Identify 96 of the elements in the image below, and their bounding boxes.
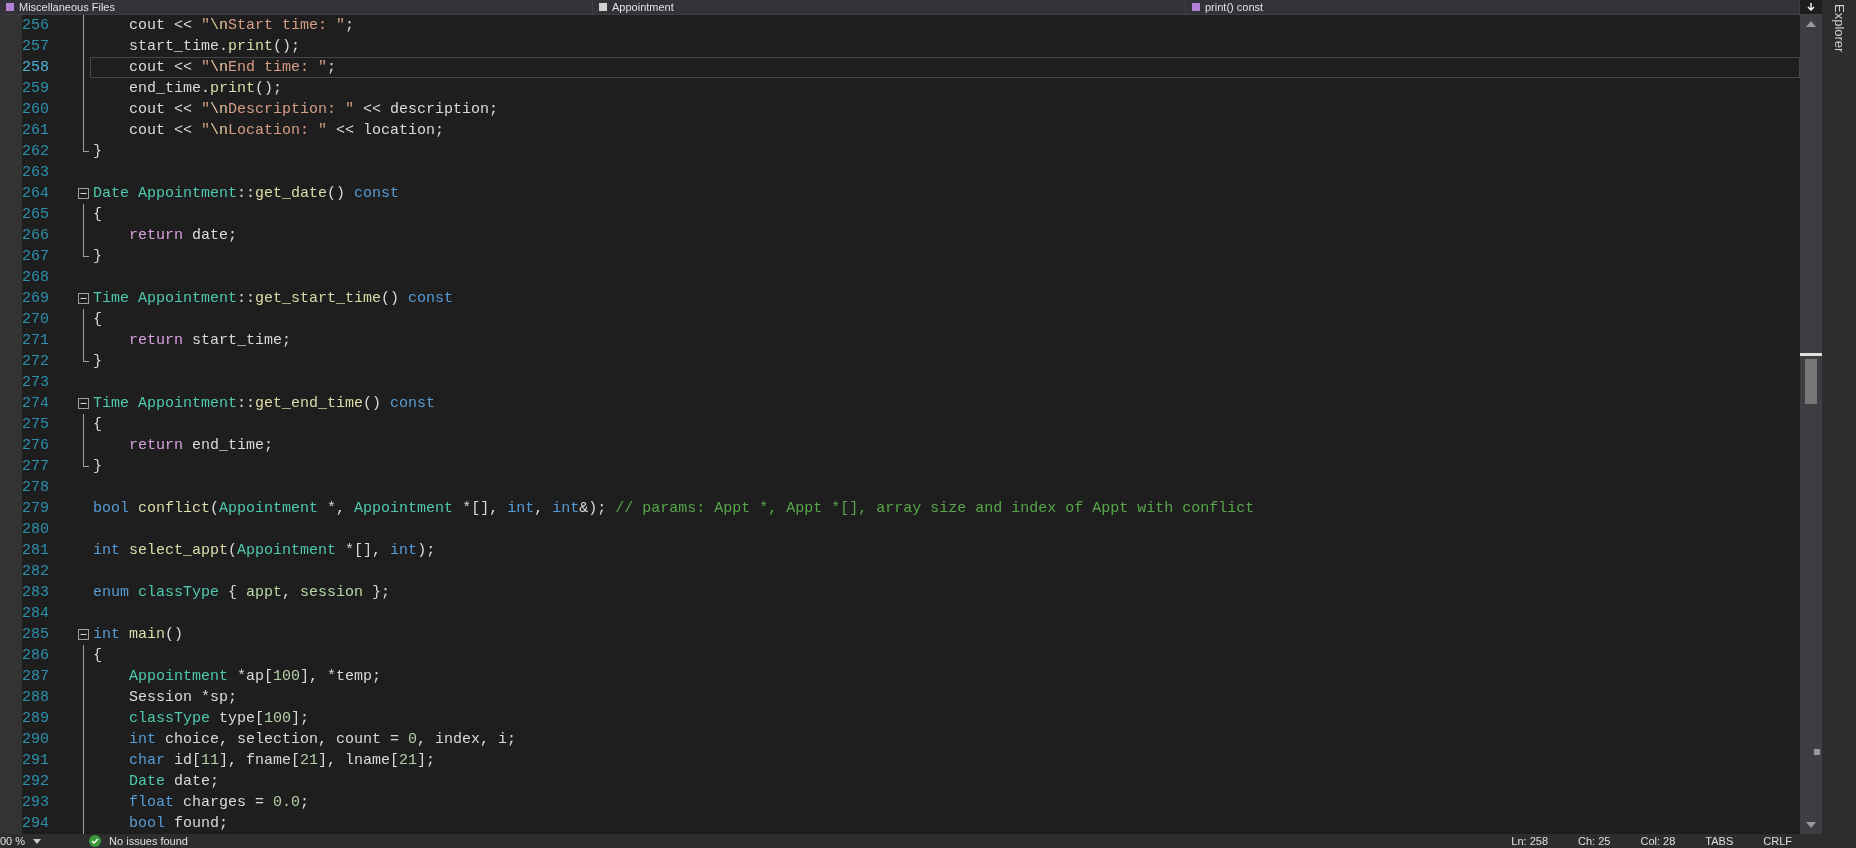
line-number: 278 xyxy=(0,477,56,498)
scope-dropdown[interactable]: Appointment xyxy=(593,0,1186,14)
scroll-down-button[interactable] xyxy=(1800,0,1822,14)
line-position[interactable]: Ln: 258 xyxy=(1511,835,1549,847)
line-number: 272 xyxy=(0,351,56,372)
line-number: 270 xyxy=(0,309,56,330)
code-line: enum classType { appt, session }; xyxy=(92,583,392,603)
code-line: start_time.print(); xyxy=(128,37,302,57)
line-number: 256 xyxy=(0,15,56,36)
line-number: 288 xyxy=(0,687,56,708)
line-number: 261 xyxy=(0,120,56,141)
code-line: int main() xyxy=(92,625,185,645)
line-number: 262 xyxy=(0,141,56,162)
code-line: Date date; xyxy=(128,772,221,792)
zoom-level[interactable]: 00 % xyxy=(0,835,26,847)
collapse-icon[interactable] xyxy=(78,629,89,640)
code-line: bool conflict(Appointment *, Appointment *[], int, int&); // params: Appt *, Appt *[], array size and index of Appt with conflict xyxy=(92,499,1256,519)
code-line: end_time.print(); xyxy=(128,79,284,99)
collapse-icon[interactable] xyxy=(78,293,89,304)
collapse-icon[interactable] xyxy=(78,398,89,409)
scope-dropdown[interactable]: Miscellaneous Files xyxy=(0,0,593,14)
symbol-icon xyxy=(6,3,14,11)
code-line: Time Appointment::get_end_time() const xyxy=(92,394,437,414)
line-number: 267 xyxy=(0,246,56,267)
code-line: } xyxy=(92,142,103,162)
code-line: { xyxy=(92,646,103,666)
line-number: 287 xyxy=(0,666,56,687)
line-number: 276 xyxy=(0,435,56,456)
char-position[interactable]: Ch: 25 xyxy=(1578,835,1611,847)
code-line: } xyxy=(92,247,103,267)
code-line: Appointment *ap[100], *temp; xyxy=(128,667,383,687)
code-line: } xyxy=(92,457,103,477)
code-line: char id[11], fname[21], lname[21]; xyxy=(128,751,437,771)
scroll-thumb[interactable] xyxy=(1805,359,1817,404)
code-line: cout << "\nDescription: " << description; xyxy=(128,100,500,120)
scroll-up-icon[interactable] xyxy=(1806,21,1816,27)
code-line: } xyxy=(92,352,103,372)
scroll-marker xyxy=(1814,749,1820,755)
line-number: 259 xyxy=(0,78,56,99)
symbol-icon xyxy=(1192,3,1200,11)
line-number: 258 xyxy=(0,57,56,78)
line-number: 289 xyxy=(0,708,56,729)
line-number: 277 xyxy=(0,456,56,477)
line-number: 283 xyxy=(0,582,56,603)
line-number: 275 xyxy=(0,414,56,435)
line-number: 280 xyxy=(0,519,56,540)
code-line: cout << "\nLocation: " << location; xyxy=(128,121,446,141)
line-number: 269 xyxy=(0,288,56,309)
code-line: classType type[100]; xyxy=(128,709,311,729)
code-line: { xyxy=(92,310,103,330)
caret-position-marker xyxy=(1800,353,1822,356)
issues-status[interactable]: No issues found xyxy=(109,835,188,847)
line-number: 257 xyxy=(0,36,56,57)
line-number: 274 xyxy=(0,393,56,414)
caret-icon[interactable] xyxy=(33,838,42,844)
code-line: cout << "\nStart time: "; xyxy=(128,16,356,36)
code-line: Time Appointment::get_start_time() const xyxy=(92,289,455,309)
line-number: 290 xyxy=(0,729,56,750)
line-number: 264 xyxy=(0,183,56,204)
check-icon xyxy=(89,835,102,847)
indent-mode[interactable]: TABS xyxy=(1705,835,1734,847)
down-arrow-icon xyxy=(1806,2,1816,12)
line-number: 273 xyxy=(0,372,56,393)
code-line: float charges = 0.0; xyxy=(128,793,311,813)
code-line: Session *sp; xyxy=(128,688,239,708)
line-number: 286 xyxy=(0,645,56,666)
line-number: 291 xyxy=(0,750,56,771)
line-number: 265 xyxy=(0,204,56,225)
scope-dropdown[interactable]: print() const xyxy=(1186,0,1800,14)
code-line: return start_time; xyxy=(128,331,293,351)
line-number: 281 xyxy=(0,540,56,561)
line-number: 263 xyxy=(0,162,56,183)
line-ending[interactable]: CRLF xyxy=(1763,835,1792,847)
line-number: 266 xyxy=(0,225,56,246)
code-line: Date Appointment::get_date() const xyxy=(92,184,401,204)
code-line: int select_appt(Appointment *[], int); xyxy=(92,541,437,561)
code-line: { xyxy=(92,415,103,435)
line-number: 268 xyxy=(0,267,56,288)
collapse-icon[interactable] xyxy=(78,188,89,199)
scroll-down-icon[interactable] xyxy=(1806,822,1816,828)
line-number: 285 xyxy=(0,624,56,645)
code-line: bool found; xyxy=(128,814,230,834)
symbol-icon xyxy=(599,3,607,11)
column-position[interactable]: Col: 28 xyxy=(1640,835,1676,847)
line-number: 279 xyxy=(0,498,56,519)
code-line: return date; xyxy=(128,226,239,246)
code-line: int choice, selection, count = 0, index, i; xyxy=(128,730,518,750)
line-number: 282 xyxy=(0,561,56,582)
explorer-tab[interactable]: Explorer xyxy=(1831,4,1847,53)
line-number: 292 xyxy=(0,771,56,792)
code-line: { xyxy=(92,205,103,225)
line-number: 271 xyxy=(0,330,56,351)
line-number: 260 xyxy=(0,99,56,120)
line-number: 284 xyxy=(0,603,56,624)
vertical-scrollbar[interactable] xyxy=(1800,15,1822,834)
code-line: return end_time; xyxy=(128,436,275,456)
